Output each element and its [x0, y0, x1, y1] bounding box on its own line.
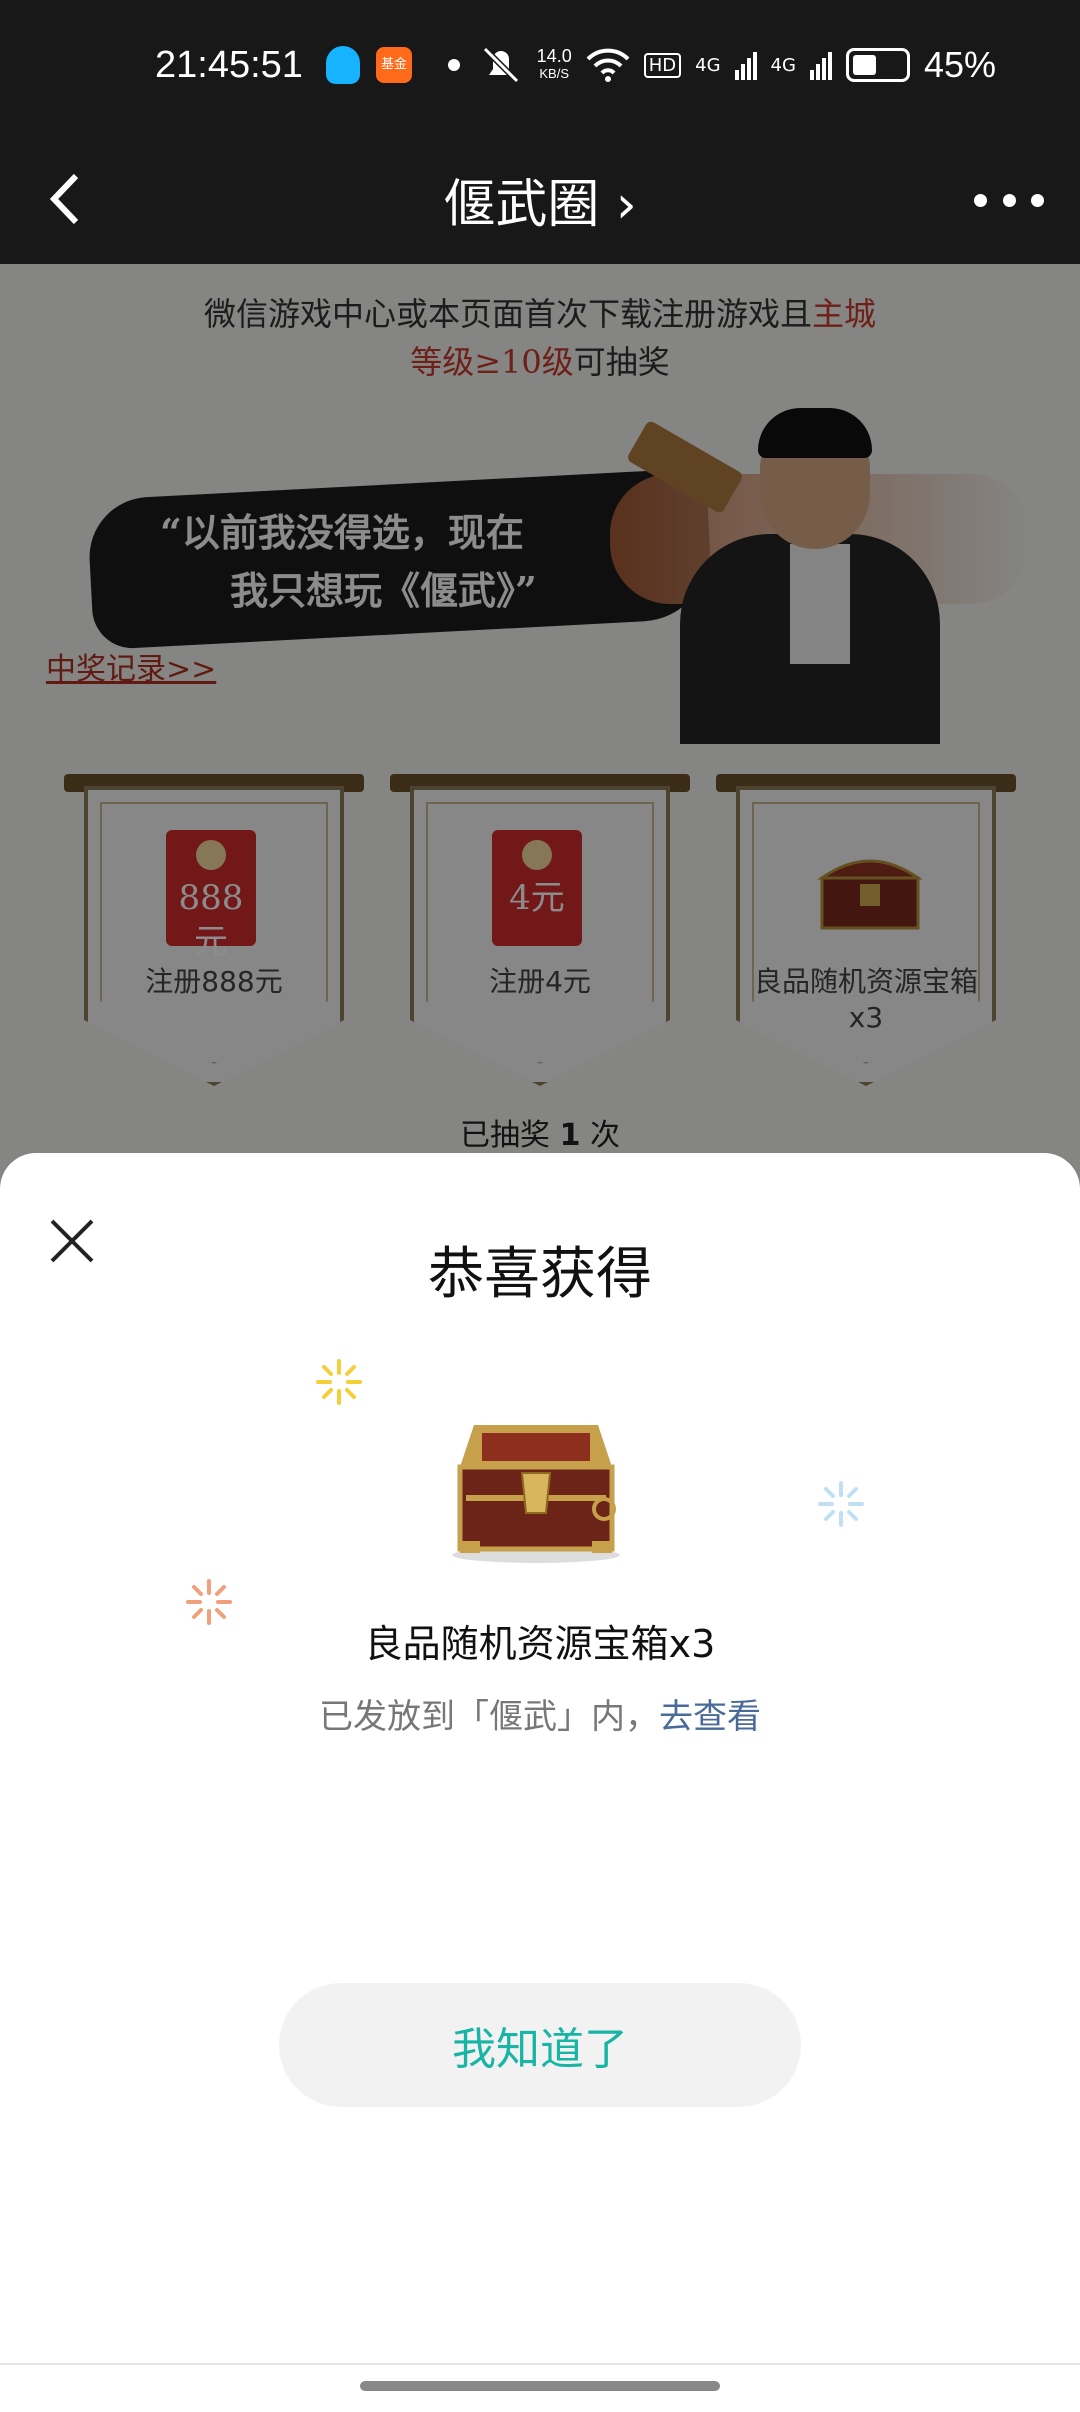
- status-time: 21:45:51: [155, 44, 303, 86]
- prize-name: 良品随机资源宝箱x3: [364, 1622, 716, 1666]
- confirm-button[interactable]: 我知道了: [279, 1983, 801, 2107]
- nav-bar: 偃武圈 ›: [0, 140, 1080, 264]
- more-options-icon[interactable]: [974, 180, 1044, 220]
- view-in-game-link[interactable]: 去查看: [659, 1697, 761, 1737]
- network-speed-value: 14.0: [536, 46, 572, 66]
- more-dot: [1002, 193, 1016, 207]
- status-bar: 21:45:51 基金 14.0 KB/S HD 4G 4G 45%: [0, 0, 1080, 140]
- treasure-chest-icon: [452, 1425, 620, 1563]
- more-dot: [974, 193, 987, 207]
- network-speed-unit: KB/S: [539, 66, 569, 81]
- sparkle-icon: [316, 1359, 362, 1405]
- signal-bars-2-icon: [809, 52, 832, 80]
- nav-title[interactable]: 偃武圈 ›: [0, 162, 1080, 237]
- mute-bell-icon: [482, 46, 519, 84]
- sheet-title: 恭喜获得: [428, 1242, 652, 1307]
- signal-4g-2-icon: 4G: [770, 54, 796, 76]
- home-indicator[interactable]: [360, 2381, 720, 2391]
- battery-fill: [852, 55, 876, 75]
- qq-notification-icon: [326, 46, 360, 84]
- sparkle-icon: [818, 1481, 864, 1527]
- wifi-icon: [586, 48, 630, 82]
- status-right-icons: 14.0 KB/S HD 4G 4G 45%: [479, 44, 996, 86]
- signal-bars-1-icon: [734, 52, 757, 80]
- prize-result-sheet: 恭喜获得 良品随机资源宝箱x3 已发放到「偃武」内，去查看 我知道了: [0, 1153, 1080, 2412]
- battery-percent: 45%: [923, 44, 996, 85]
- battery-icon: [845, 48, 910, 82]
- prize-delivery-text: 已发放到「偃武」内，去查看: [0, 1689, 1080, 1738]
- signal-4g-1-icon: 4G: [695, 54, 721, 76]
- hd-voice-icon: HD: [643, 52, 682, 78]
- prize-delivery-desc: 已发放到「偃武」内，: [319, 1697, 659, 1737]
- divider: [0, 2363, 1080, 2365]
- more-notifications-dot-icon: [448, 59, 460, 71]
- more-dot: [1031, 193, 1044, 207]
- network-speed: 14.0 KB/S: [537, 47, 572, 83]
- status-left-icons: 基金: [326, 46, 460, 84]
- fund-app-icon: 基金: [376, 47, 412, 83]
